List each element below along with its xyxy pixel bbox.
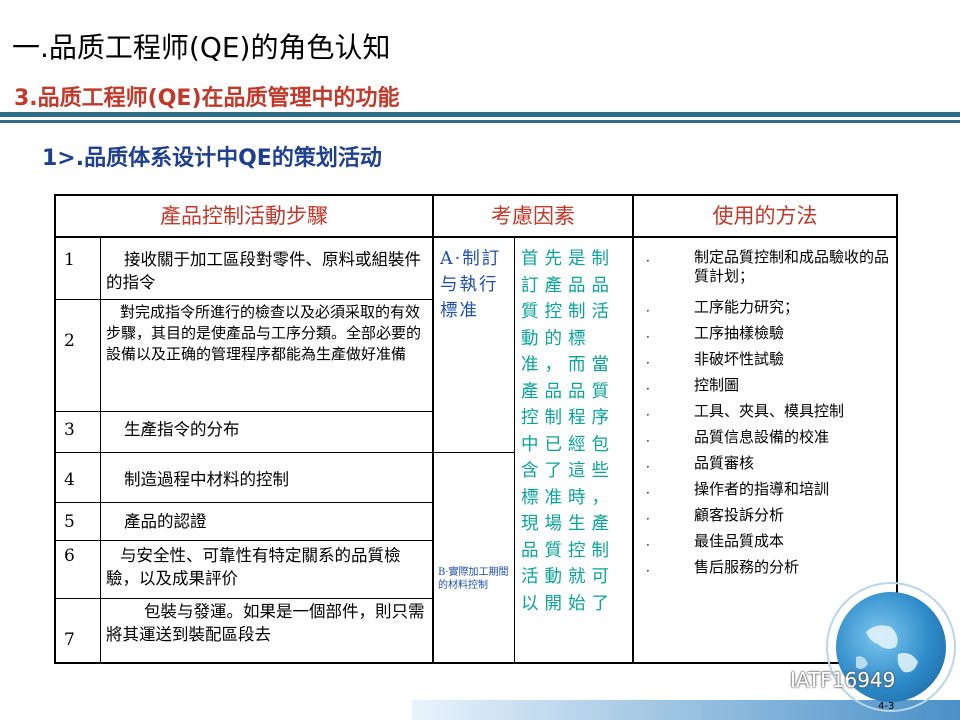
bullet: ·	[646, 538, 650, 552]
bullet: ·	[646, 512, 650, 526]
row-rule	[56, 411, 432, 412]
row-number: 7	[64, 630, 75, 650]
factor-rule	[432, 452, 515, 453]
row-rule	[56, 502, 432, 503]
row-number: 2	[64, 331, 75, 351]
watermark: IATF16949	[790, 668, 896, 692]
method-item: 工具、夾具、模具控制	[694, 402, 845, 420]
page-subtitle: 3.品质工程师(QE)在品质管理中的功能	[14, 86, 400, 111]
factor-main: 首先是制訂產品品質控制活動的標准，而當產品品質控制程序中已經包含了這些標准時，現…	[521, 249, 615, 614]
row-number: 1	[64, 250, 75, 270]
step-text: 生產指令的分布	[124, 420, 240, 439]
row-number: 5	[64, 512, 75, 532]
method-item: 售后服務的分析	[694, 558, 800, 576]
method-item: 工序能力研究；	[694, 298, 800, 316]
activity-table: 產品控制活動步驟 考慮因素 使用的方法 1 2 3 4 5 6 7 接收關于加工…	[54, 194, 898, 664]
bullet: ·	[646, 330, 650, 344]
row-rule	[56, 540, 432, 541]
method-item: 品質信息設備的校准	[694, 428, 830, 446]
factor-a: A·制訂与執行標准	[440, 249, 502, 321]
bullet: ·	[646, 564, 650, 578]
method-item: 制定品質控制和成品驗收的品質計划；	[694, 248, 890, 285]
row-number: 4	[64, 470, 75, 490]
step-text: 產品的認證	[124, 512, 207, 531]
method-item: 顧客投訴分析	[694, 506, 785, 524]
step-text: 對完成指令所進行的檢查以及必須采取的有效步驟，其目的是使產品与工序分類。全部必要…	[106, 303, 422, 363]
method-item: 品質審核	[694, 454, 755, 472]
page-title: 一.品质工程师(QE)的角色认知	[12, 31, 391, 64]
row-number: 3	[64, 420, 75, 440]
header-divider-thin	[0, 120, 960, 123]
bullet: ·	[646, 304, 650, 318]
bullet: ·	[646, 356, 650, 370]
bullet: ·	[646, 434, 650, 448]
method-item: 控制圖	[694, 376, 740, 394]
method-item: 操作者的指導和培訓	[694, 480, 830, 498]
factor-col-divider	[514, 236, 515, 662]
header-methods: 使用的方法	[712, 204, 818, 228]
page-number: 4-3	[878, 701, 895, 712]
step-text: 与安全性、可靠性有特定關系的品質檢驗，以及成果評价	[106, 546, 401, 588]
step-text: 接收關于加工區段對零件、原料或組裝件的指令	[106, 250, 421, 292]
section-title: 1>.品质体系设计中QE的策划活动	[42, 146, 382, 171]
step-text: 制造過程中材料的控制	[124, 470, 289, 489]
header-steps: 產品控制活動步驟	[160, 204, 328, 228]
wechat-icon	[762, 671, 787, 690]
bullet: ·	[646, 254, 650, 268]
col-divider	[432, 196, 434, 662]
row-rule	[56, 598, 432, 599]
header-rule	[56, 236, 896, 238]
row-rule	[56, 452, 432, 453]
bullet: ·	[646, 460, 650, 474]
bullet: ·	[646, 408, 650, 422]
step-text: 包裝与發運。如果是一個部件，則只需將其運送到裝配區段去	[106, 602, 425, 644]
method-item: 非破坏性試驗	[694, 350, 785, 368]
factor-b: B·實際加工期間的材料控制	[438, 567, 509, 591]
header-factors: 考慮因素	[491, 204, 575, 228]
bullet: ·	[646, 486, 650, 500]
row-rule	[56, 299, 432, 300]
row-number: 6	[64, 546, 75, 566]
header-divider	[0, 112, 960, 117]
bullet: ·	[646, 382, 650, 396]
method-item: 工序抽樣檢驗	[694, 324, 785, 342]
method-item: 最佳品質成本	[694, 532, 785, 550]
